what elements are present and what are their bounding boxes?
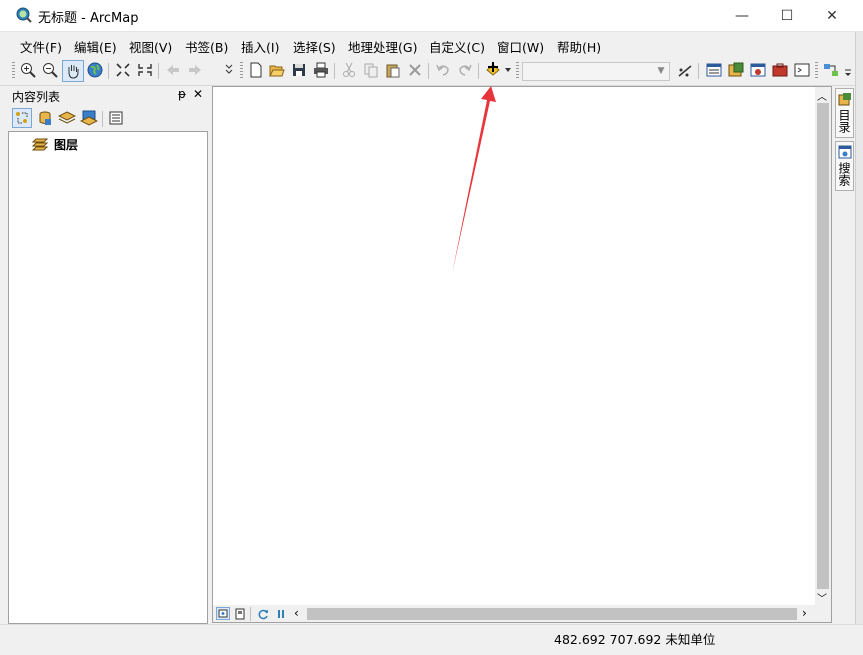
list-by-selection-icon[interactable] [79, 110, 99, 129]
catalog-dock-tab[interactable]: 目录 [835, 88, 854, 138]
menu-help[interactable]: 帮助(H) [557, 37, 601, 56]
toc-toolbar-separator [102, 111, 103, 127]
status-bar [0, 624, 863, 655]
map-scale-combobox[interactable] [522, 62, 670, 81]
toolbar-options-chevron-icon[interactable] [843, 61, 853, 79]
drawing-order-icon [16, 112, 28, 124]
scroll-down-icon[interactable]: ﹀ [817, 590, 827, 605]
cut-icon[interactable] [340, 61, 358, 79]
horizontal-scroll-thumb[interactable] [307, 608, 797, 620]
toolbar-separator [334, 63, 335, 79]
menu-windows[interactable]: 窗口(W) [497, 37, 544, 56]
catalog-tab-label: 目录 [837, 109, 851, 133]
maximize-button[interactable]: ☐ [764, 0, 810, 31]
add-data-dropdown-icon[interactable] [503, 61, 513, 79]
maximize-icon: ☐ [780, 7, 794, 24]
fixed-zoom-out-icon[interactable] [136, 61, 154, 79]
pan-hand-icon[interactable] [62, 60, 84, 82]
menu-edit[interactable]: 编辑(E) [74, 37, 117, 56]
zoom-out-icon[interactable] [41, 61, 59, 79]
close-icon: ✕ [826, 7, 838, 24]
view-separator [250, 607, 251, 621]
save-icon[interactable] [290, 61, 308, 79]
toolbar-separator [478, 63, 479, 79]
model-builder-icon[interactable] [822, 61, 840, 79]
coordinate-readout: 482.692 707.692 未知单位 [554, 632, 716, 647]
editor-toolbar-icon[interactable] [676, 61, 694, 79]
delete-icon[interactable] [406, 61, 424, 79]
toc-close-icon[interactable]: ✕ [193, 87, 203, 101]
menu-bar: 文件(F) 编辑(E) 视图(V) 书签(B) 插入(I) 选择(S) 地理处理… [0, 32, 863, 56]
scroll-right-icon[interactable]: › [802, 606, 807, 620]
map-display[interactable] [212, 86, 832, 623]
minimize-icon: — [735, 7, 749, 24]
new-document-icon[interactable] [247, 61, 265, 79]
toc-title: 内容列表 [12, 90, 61, 104]
list-by-drawing-order-button[interactable] [12, 108, 32, 128]
toolbar-separator [158, 63, 159, 79]
search-window-icon [838, 145, 851, 159]
scroll-left-icon[interactable]: ‹ [294, 606, 299, 620]
catalog-window-icon[interactable] [727, 61, 745, 79]
pause-drawing-icon[interactable] [276, 608, 286, 623]
toolbar-overflow-chevron-icon[interactable] [224, 61, 234, 79]
toolbar-grip[interactable] [12, 62, 15, 80]
undo-icon[interactable] [434, 61, 452, 79]
close-button[interactable]: ✕ [809, 0, 855, 31]
redo-icon[interactable] [456, 61, 474, 79]
window-title: 无标题 - ArcMap [38, 11, 139, 26]
data-view-button[interactable] [216, 607, 230, 620]
toolbar-grip[interactable] [516, 62, 519, 80]
data-view-icon [218, 609, 228, 618]
menu-customize[interactable]: 自定义(C) [429, 37, 485, 56]
fixed-zoom-in-icon[interactable] [114, 61, 132, 79]
layout-view-icon[interactable] [234, 608, 246, 623]
minimize-button[interactable]: — [719, 0, 765, 31]
list-by-source-icon[interactable] [37, 110, 53, 129]
toc-options-icon[interactable] [108, 110, 124, 129]
refresh-icon[interactable] [257, 608, 269, 623]
desktop-background-edge [855, 32, 863, 654]
print-icon[interactable] [312, 61, 330, 79]
toolbar-separator [108, 63, 109, 79]
back-extent-icon[interactable] [164, 61, 182, 79]
arcmap-app-icon [16, 7, 32, 23]
menu-selection[interactable]: 选择(S) [293, 37, 336, 56]
search-dock-tab[interactable]: 搜索 [835, 141, 854, 191]
copy-icon[interactable] [362, 61, 380, 79]
menu-geoprocessing[interactable]: 地理处理(G) [348, 37, 417, 56]
add-data-icon[interactable] [484, 61, 502, 79]
menu-bookmarks[interactable]: 书签(B) [185, 37, 228, 56]
catalog-icon [838, 93, 851, 106]
search-window-icon[interactable] [749, 61, 767, 79]
menu-insert[interactable]: 插入(I) [241, 37, 279, 56]
toc-tree [8, 131, 208, 624]
toolbar-separator [428, 63, 429, 79]
chevron-down-icon[interactable]: ▼ [654, 62, 668, 79]
search-tab-label: 搜索 [837, 162, 851, 186]
pin-icon[interactable]: ᵽ [178, 87, 186, 101]
layers-icon [32, 138, 48, 151]
data-frame-label: 图层 [54, 137, 79, 152]
table-of-contents-icon[interactable] [705, 61, 723, 79]
full-extent-globe-icon[interactable] [86, 61, 104, 79]
scroll-up-icon[interactable]: ︿ [817, 88, 827, 103]
arctoolbox-icon[interactable] [771, 61, 789, 79]
menu-file[interactable]: 文件(F) [20, 37, 62, 56]
forward-extent-icon[interactable] [186, 61, 204, 79]
list-by-visibility-icon[interactable] [57, 110, 77, 129]
open-folder-icon[interactable] [268, 61, 286, 79]
standard-toolbar [0, 57, 863, 86]
toolbar-grip[interactable] [815, 62, 818, 80]
data-frame-layers[interactable]: 图层 [32, 136, 78, 152]
menu-view[interactable]: 视图(V) [129, 37, 172, 56]
zoom-in-icon[interactable] [19, 61, 37, 79]
toolbar-grip[interactable] [240, 62, 243, 80]
vertical-scroll-thumb[interactable] [817, 103, 829, 589]
paste-icon[interactable] [384, 61, 402, 79]
toolbar-separator [698, 63, 699, 79]
python-window-icon[interactable] [793, 61, 811, 79]
